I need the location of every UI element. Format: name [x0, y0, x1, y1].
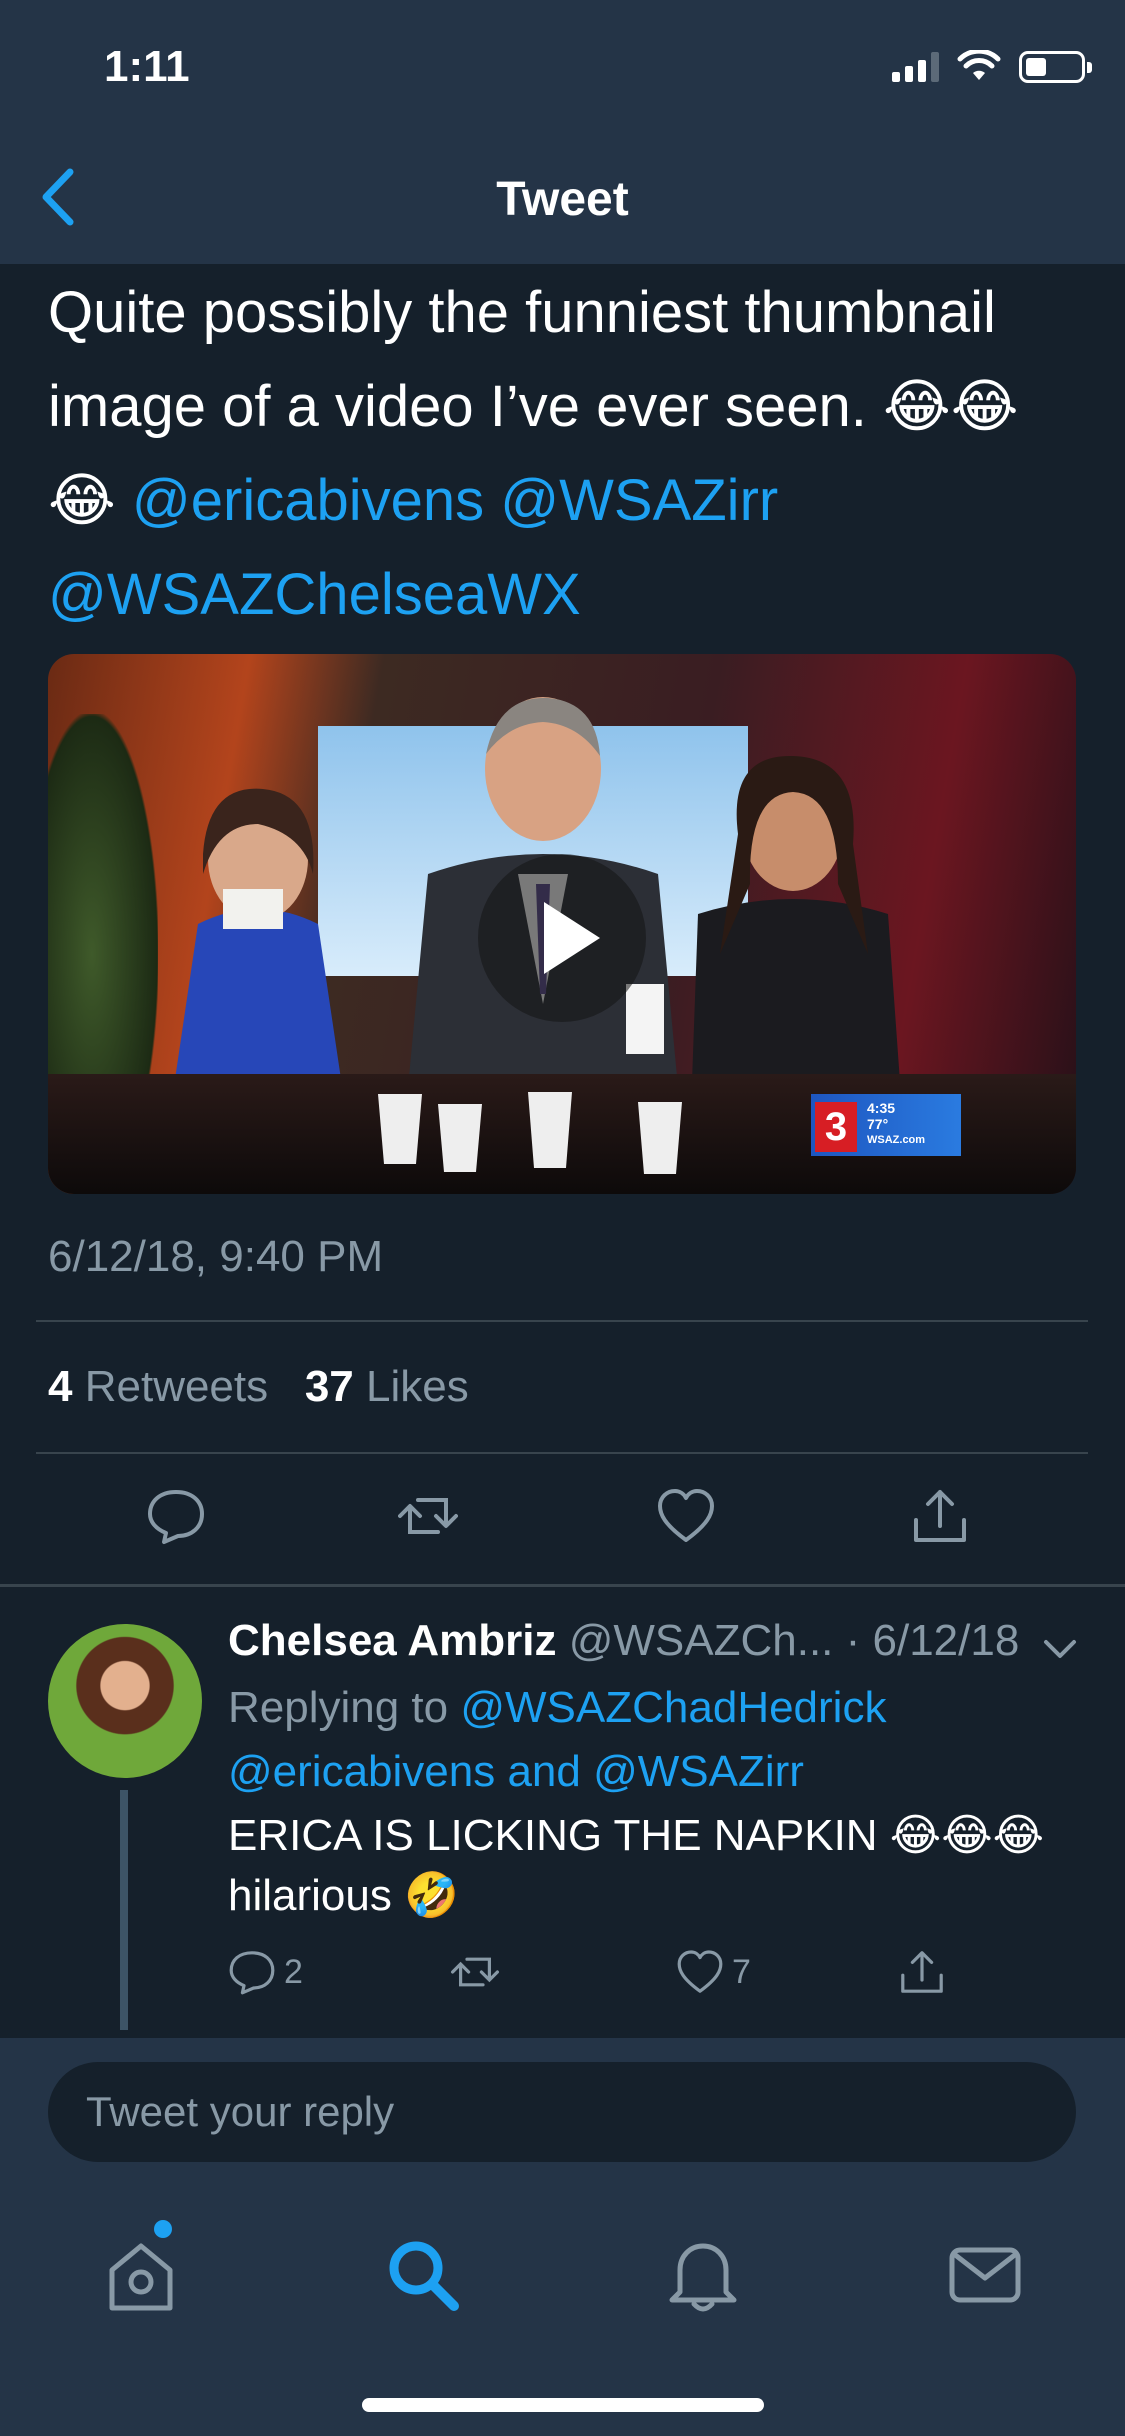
- reply-date: · 6/12/18: [845, 1616, 1020, 1665]
- reply-text: ERICA IS LICKING THE NAPKIN 😂😂😂 hilariou…: [228, 1806, 1088, 1926]
- mention-link[interactable]: @WSAZirr: [593, 1747, 804, 1796]
- reply-retweet-action[interactable]: [448, 1948, 502, 1996]
- page-title: Tweet: [496, 173, 629, 226]
- reply-composer-bar: [0, 2038, 1125, 2188]
- share-icon[interactable]: [910, 1486, 970, 1546]
- divider: [36, 1320, 1088, 1322]
- reply-header: Chelsea Ambriz @WSAZCh... · 6/12/18: [228, 1616, 1019, 1666]
- tweet-text-line: 😂 @ericabivens @WSAZirr: [48, 454, 1088, 548]
- nav-bar: Tweet: [0, 132, 1125, 264]
- divider: [36, 1452, 1088, 1454]
- reply-actions: 2 7: [228, 1948, 1088, 2008]
- home-icon[interactable]: [96, 2230, 186, 2320]
- signal-icon: [892, 52, 939, 82]
- cups-image: [378, 1092, 682, 1174]
- tweet-text-line: image of a video I’ve ever seen. 😂😂: [48, 374, 1019, 439]
- mention-link[interactable]: @WSAZirr: [500, 468, 778, 533]
- channel-logo-bug: 3 4:35 77° WSAZ.com: [811, 1094, 961, 1156]
- likes-label: Likes: [366, 1362, 469, 1411]
- reply-text-line: hilarious 🤣: [228, 1871, 459, 1920]
- likes-stat[interactable]: 37 Likes: [305, 1362, 469, 1411]
- retweets-stat[interactable]: 4 Retweets: [48, 1362, 268, 1411]
- wifi-icon: [957, 50, 1001, 80]
- status-bar: 1:11: [0, 0, 1125, 132]
- share-icon: [901, 1951, 943, 1993]
- messages-icon[interactable]: [940, 2230, 1030, 2320]
- tweet-text-line: Quite possibly the funniest thumbnail: [48, 280, 996, 345]
- retweets-label: Retweets: [84, 1362, 269, 1411]
- like-icon: [677, 1950, 723, 1993]
- tweet-actions: [0, 1470, 1125, 1560]
- reply-text-line: ERICA IS LICKING THE NAPKIN 😂😂😂: [228, 1811, 1045, 1860]
- replying-prefix: Replying to: [228, 1683, 461, 1732]
- video-thumbnail[interactable]: 3 4:35 77° WSAZ.com: [48, 654, 1076, 1194]
- like-icon[interactable]: [656, 1486, 716, 1546]
- reply-reply-action[interactable]: 2: [228, 1948, 303, 1996]
- mention-link[interactable]: @ericabivens: [132, 468, 484, 533]
- tweet-timestamp: 6/12/18, 9:40 PM: [48, 1232, 384, 1281]
- channel-temp: 77°: [867, 1116, 889, 1132]
- retweet-icon[interactable]: [398, 1486, 458, 1546]
- battery-icon: [1019, 51, 1092, 83]
- reply-tweet[interactable]: Chelsea Ambriz @WSAZCh... · 6/12/18 Repl…: [0, 1588, 1125, 2038]
- replying-and: and: [495, 1747, 594, 1796]
- status-time: 1:11: [104, 42, 190, 91]
- likes-count: 37: [304, 1362, 354, 1411]
- chevron-down-icon[interactable]: [1040, 1634, 1080, 1664]
- mention-link[interactable]: @WSAZChelseaWX: [48, 562, 581, 627]
- reply-like-action[interactable]: 7: [676, 1948, 751, 1996]
- emoji: 😂: [48, 468, 132, 533]
- tweet-text: Quite possibly the funniest thumbnail im…: [48, 266, 1088, 642]
- reply-share-action[interactable]: [898, 1948, 946, 1996]
- search-icon[interactable]: [378, 2230, 468, 2320]
- reply-author-name[interactable]: Chelsea Ambriz: [228, 1616, 556, 1665]
- reply-icon[interactable]: [146, 1486, 206, 1546]
- replying-to: Replying to @WSAZChadHedrick @ericabiven…: [228, 1676, 1088, 1804]
- channel-time: 4:35: [867, 1100, 896, 1116]
- tweet-stats: 4 Retweets 37 Likes: [48, 1362, 469, 1412]
- reply-input[interactable]: [48, 2062, 1076, 2162]
- channel-info: 4:35 77° WSAZ.com: [867, 1100, 925, 1148]
- channel-site: WSAZ.com: [867, 1134, 926, 1146]
- reply-author-handle: @WSAZCh...: [568, 1616, 834, 1665]
- retweet-icon: [451, 1957, 499, 1987]
- mention-link[interactable]: @ericabivens: [228, 1747, 495, 1796]
- notification-dot: [154, 2220, 172, 2238]
- tweet-text-line: @WSAZChelseaWX: [48, 548, 1088, 642]
- notifications-icon[interactable]: [658, 2230, 748, 2320]
- reply-count: 2: [284, 1952, 303, 1991]
- avatar[interactable]: [48, 1624, 202, 1778]
- like-count: 7: [732, 1952, 751, 1991]
- channel-number: 3: [815, 1102, 857, 1152]
- retweets-count: 4: [48, 1362, 73, 1411]
- section-divider: [0, 1584, 1125, 1587]
- mention-link[interactable]: @WSAZChadHedrick: [460, 1683, 886, 1732]
- thread-line: [120, 1790, 128, 2030]
- status-icons: [892, 50, 1092, 84]
- reply-icon: [229, 1951, 275, 1995]
- play-button[interactable]: [478, 854, 646, 1022]
- home-indicator[interactable]: [362, 2398, 764, 2412]
